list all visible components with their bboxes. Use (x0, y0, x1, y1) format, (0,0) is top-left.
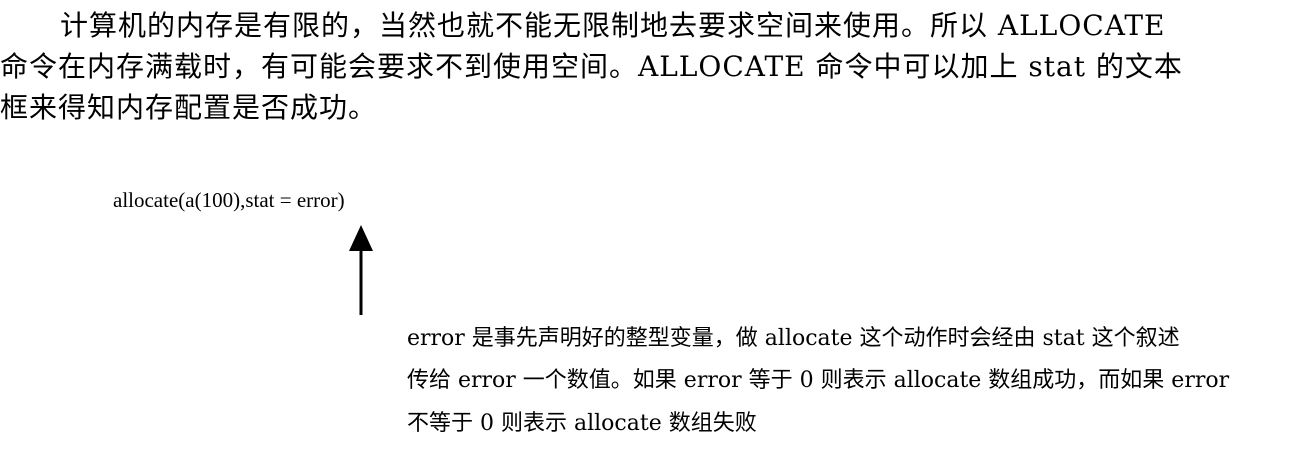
note-line-2: 传给 error 一个数值。如果 error 等于 0 则表示 allocate… (407, 368, 1230, 393)
paragraph-line-1: 计算机的内存是有限的，当然也就不能无限制地去要求空间来使用。所以 ALLOCAT… (60, 9, 1166, 42)
up-arrow-icon (349, 225, 373, 315)
paragraph-line-2: 命令在内存满载时，有可能会要求不到使用空间。ALLOCATE 命令中可以加上 s… (0, 50, 1183, 83)
document-page: 计算机的内存是有限的，当然也就不能无限制地去要求空间来使用。所以 ALLOCAT… (0, 0, 1310, 466)
note-line-3: 不等于 0 则表示 allocate 数组失败 (407, 411, 757, 436)
code-example: allocate(a(100),stat = error) (113, 188, 345, 212)
paragraph-line-3: 框来得知内存配置是否成功。 (0, 91, 378, 124)
note-line-1: error 是事先声明好的整型变量，做 allocate 这个动作时会经由 st… (407, 326, 1180, 351)
